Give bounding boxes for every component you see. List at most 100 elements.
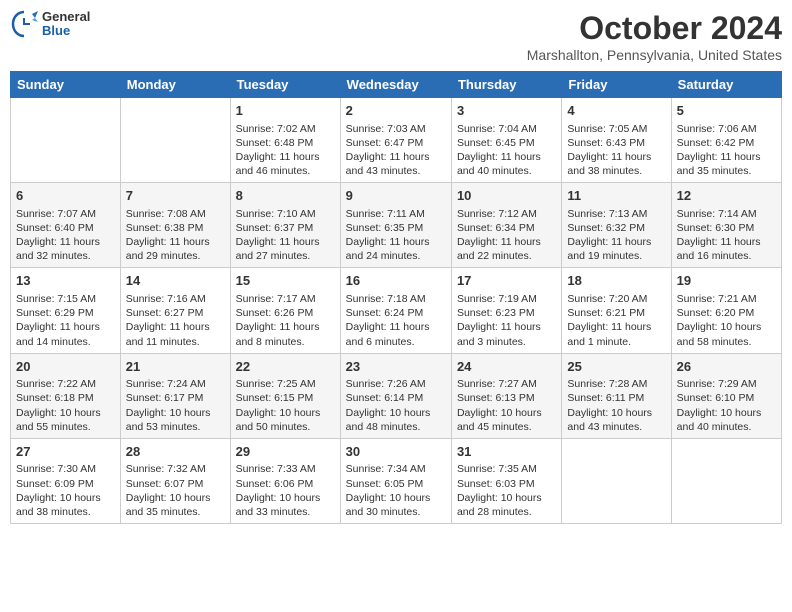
calendar-cell xyxy=(671,438,781,523)
calendar-cell: 1Sunrise: 7:02 AM Sunset: 6:48 PM Daylig… xyxy=(230,98,340,183)
day-number: 27 xyxy=(16,443,115,461)
calendar-cell: 13 Sunrise: 7:15 AM Sunset: 6:29 PM Dayli… xyxy=(11,268,121,353)
cell-content: Sunrise: 7:25 AM Sunset: 6:15 PM Dayligh… xyxy=(236,377,335,434)
cell-content: Sunrise: 7:05 AM Sunset: 6:43 PM Dayligh… xyxy=(567,122,665,179)
column-header-thursday: Thursday xyxy=(451,72,561,98)
day-number: 1 xyxy=(236,102,335,120)
day-number: 18 xyxy=(567,272,665,290)
calendar-cell xyxy=(562,438,671,523)
day-number: 26 xyxy=(677,358,776,376)
day-number: 17 xyxy=(457,272,556,290)
logo-svg xyxy=(10,10,38,38)
cell-content: Sunrise: 7:34 AM Sunset: 6:05 PM Dayligh… xyxy=(346,462,446,519)
day-number: 4 xyxy=(567,102,665,120)
day-number: 13 xyxy=(16,272,115,290)
week-row-3: 13 Sunrise: 7:15 AM Sunset: 6:29 PM Dayli… xyxy=(11,268,782,353)
cell-content: Sunrise: 7:27 AM Sunset: 6:13 PM Dayligh… xyxy=(457,377,556,434)
day-number: 15 xyxy=(236,272,335,290)
day-number: 16 xyxy=(346,272,446,290)
column-header-wednesday: Wednesday xyxy=(340,72,451,98)
day-number: 11 xyxy=(567,187,665,205)
day-number: 5 xyxy=(677,102,776,120)
day-number: 31 xyxy=(457,443,556,461)
logo: General Blue xyxy=(10,10,90,39)
cell-content: Sunrise: 7:15 AM Sunset: 6:29 PM Dayligh… xyxy=(16,292,115,349)
calendar-cell xyxy=(11,98,121,183)
calendar-cell xyxy=(120,98,230,183)
day-number: 28 xyxy=(126,443,225,461)
day-number: 7 xyxy=(126,187,225,205)
calendar-cell: 15 Sunrise: 7:17 AM Sunset: 6:26 PM Dayli… xyxy=(230,268,340,353)
calendar-cell: 22Sunrise: 7:25 AM Sunset: 6:15 PM Dayli… xyxy=(230,353,340,438)
calendar-cell: 9 Sunrise: 7:11 AM Sunset: 6:35 PM Daylig… xyxy=(340,183,451,268)
day-number: 2 xyxy=(346,102,446,120)
calendar-cell: 21Sunrise: 7:24 AM Sunset: 6:17 PM Dayli… xyxy=(120,353,230,438)
calendar-cell: 16 Sunrise: 7:18 AM Sunset: 6:24 PM Dayli… xyxy=(340,268,451,353)
cell-content: Sunrise: 7:16 AM Sunset: 6:27 PM Dayligh… xyxy=(126,292,225,349)
logo-blue: Blue xyxy=(42,24,90,38)
cell-content: Sunrise: 7:17 AM Sunset: 6:26 PM Dayligh… xyxy=(236,292,335,349)
cell-content: Sunrise: 7:19 AM Sunset: 6:23 PM Dayligh… xyxy=(457,292,556,349)
calendar-cell: 5Sunrise: 7:06 AM Sunset: 6:42 PM Daylig… xyxy=(671,98,781,183)
cell-content: Sunrise: 7:13 AM Sunset: 6:32 PM Dayligh… xyxy=(567,207,665,264)
week-row-5: 27Sunrise: 7:30 AM Sunset: 6:09 PM Dayli… xyxy=(11,438,782,523)
cell-content: Sunrise: 7:11 AM Sunset: 6:35 PM Dayligh… xyxy=(346,207,446,264)
calendar-cell: 10Sunrise: 7:12 AM Sunset: 6:34 PM Dayli… xyxy=(451,183,561,268)
cell-content: Sunrise: 7:32 AM Sunset: 6:07 PM Dayligh… xyxy=(126,462,225,519)
calendar-cell: 30Sunrise: 7:34 AM Sunset: 6:05 PM Dayli… xyxy=(340,438,451,523)
cell-content: Sunrise: 7:33 AM Sunset: 6:06 PM Dayligh… xyxy=(236,462,335,519)
day-number: 14 xyxy=(126,272,225,290)
cell-content: Sunrise: 7:21 AM Sunset: 6:20 PM Dayligh… xyxy=(677,292,776,349)
calendar-cell: 19 Sunrise: 7:21 AM Sunset: 6:20 PM Dayli… xyxy=(671,268,781,353)
day-number: 19 xyxy=(677,272,776,290)
column-header-monday: Monday xyxy=(120,72,230,98)
calendar-cell: 29Sunrise: 7:33 AM Sunset: 6:06 PM Dayli… xyxy=(230,438,340,523)
calendar-cell: 14 Sunrise: 7:16 AM Sunset: 6:27 PM Dayli… xyxy=(120,268,230,353)
calendar-cell: 4 Sunrise: 7:05 AM Sunset: 6:43 PM Daylig… xyxy=(562,98,671,183)
calendar-cell: 12 Sunrise: 7:14 AM Sunset: 6:30 PM Dayli… xyxy=(671,183,781,268)
calendar-cell: 18 Sunrise: 7:20 AM Sunset: 6:21 PM Dayli… xyxy=(562,268,671,353)
day-number: 20 xyxy=(16,358,115,376)
cell-content: Sunrise: 7:22 AM Sunset: 6:18 PM Dayligh… xyxy=(16,377,115,434)
header-row: SundayMondayTuesdayWednesdayThursdayFrid… xyxy=(11,72,782,98)
page-header: General Blue October 2024 Marshallton, P… xyxy=(10,10,782,63)
logo-general: General xyxy=(42,10,90,24)
calendar-cell: 24Sunrise: 7:27 AM Sunset: 6:13 PM Dayli… xyxy=(451,353,561,438)
cell-content: Sunrise: 7:03 AM Sunset: 6:47 PM Dayligh… xyxy=(346,122,446,179)
day-number: 22 xyxy=(236,358,335,376)
column-header-tuesday: Tuesday xyxy=(230,72,340,98)
cell-content: Sunrise: 7:14 AM Sunset: 6:30 PM Dayligh… xyxy=(677,207,776,264)
cell-content: Sunrise: 7:08 AM Sunset: 6:38 PM Dayligh… xyxy=(126,207,225,264)
week-row-2: 6Sunrise: 7:07 AM Sunset: 6:40 PM Daylig… xyxy=(11,183,782,268)
cell-content: Sunrise: 7:30 AM Sunset: 6:09 PM Dayligh… xyxy=(16,462,115,519)
day-number: 10 xyxy=(457,187,556,205)
calendar-cell: 11 Sunrise: 7:13 AM Sunset: 6:32 PM Dayli… xyxy=(562,183,671,268)
day-number: 24 xyxy=(457,358,556,376)
column-header-sunday: Sunday xyxy=(11,72,121,98)
calendar-cell: 26Sunrise: 7:29 AM Sunset: 6:10 PM Dayli… xyxy=(671,353,781,438)
cell-content: Sunrise: 7:04 AM Sunset: 6:45 PM Dayligh… xyxy=(457,122,556,179)
calendar-cell: 3 Sunrise: 7:04 AM Sunset: 6:45 PM Daylig… xyxy=(451,98,561,183)
cell-content: Sunrise: 7:26 AM Sunset: 6:14 PM Dayligh… xyxy=(346,377,446,434)
cell-content: Sunrise: 7:20 AM Sunset: 6:21 PM Dayligh… xyxy=(567,292,665,349)
calendar-cell: 6Sunrise: 7:07 AM Sunset: 6:40 PM Daylig… xyxy=(11,183,121,268)
calendar-cell: 7 Sunrise: 7:08 AM Sunset: 6:38 PM Daylig… xyxy=(120,183,230,268)
day-number: 29 xyxy=(236,443,335,461)
column-header-friday: Friday xyxy=(562,72,671,98)
calendar-cell: 28Sunrise: 7:32 AM Sunset: 6:07 PM Dayli… xyxy=(120,438,230,523)
day-number: 8 xyxy=(236,187,335,205)
calendar-cell: 31Sunrise: 7:35 AM Sunset: 6:03 PM Dayli… xyxy=(451,438,561,523)
month-title: October 2024 xyxy=(527,10,782,47)
day-number: 30 xyxy=(346,443,446,461)
day-number: 12 xyxy=(677,187,776,205)
week-row-4: 20Sunrise: 7:22 AM Sunset: 6:18 PM Dayli… xyxy=(11,353,782,438)
cell-content: Sunrise: 7:29 AM Sunset: 6:10 PM Dayligh… xyxy=(677,377,776,434)
calendar-table: SundayMondayTuesdayWednesdayThursdayFrid… xyxy=(10,71,782,524)
day-number: 25 xyxy=(567,358,665,376)
day-number: 21 xyxy=(126,358,225,376)
cell-content: Sunrise: 7:24 AM Sunset: 6:17 PM Dayligh… xyxy=(126,377,225,434)
day-number: 9 xyxy=(346,187,446,205)
calendar-cell: 20Sunrise: 7:22 AM Sunset: 6:18 PM Dayli… xyxy=(11,353,121,438)
cell-content: Sunrise: 7:18 AM Sunset: 6:24 PM Dayligh… xyxy=(346,292,446,349)
day-number: 3 xyxy=(457,102,556,120)
